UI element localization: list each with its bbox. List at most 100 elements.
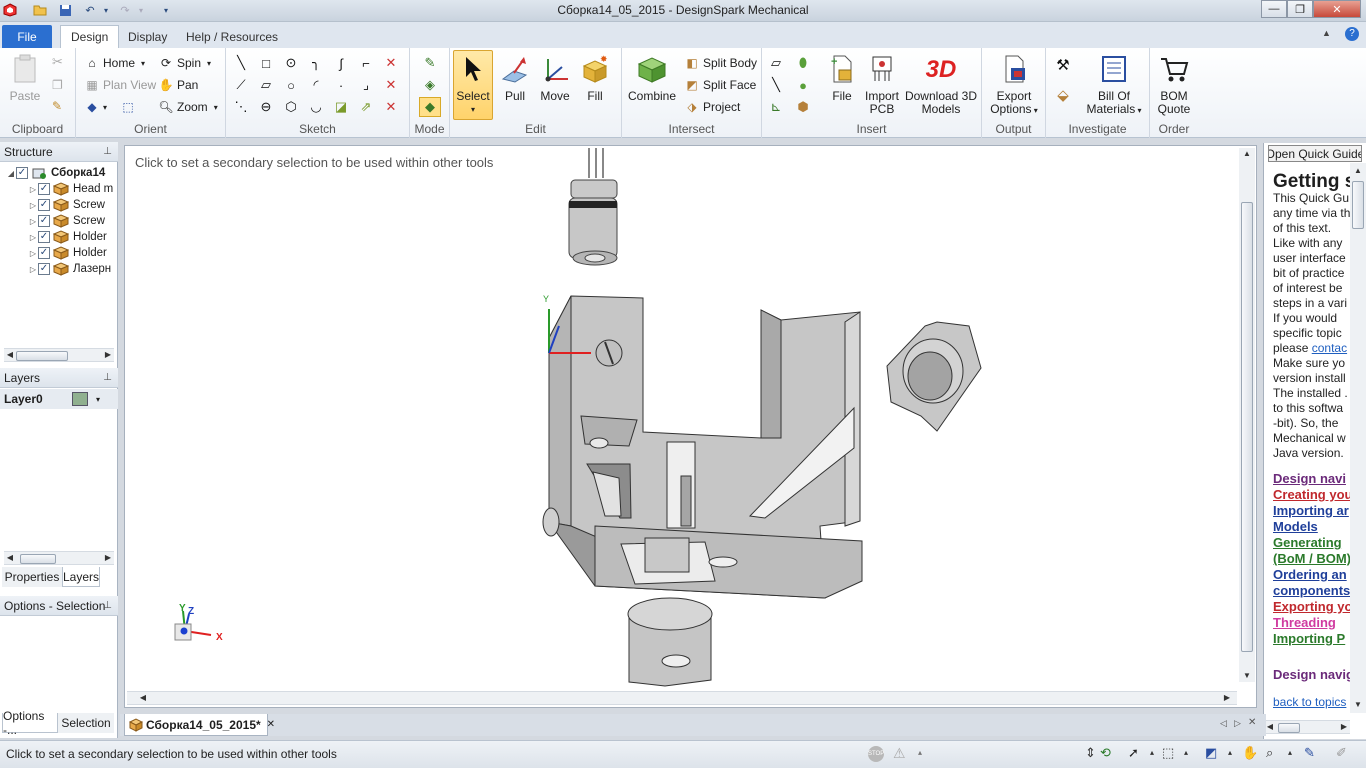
bill-of-materials-button[interactable]: Bill Of Materials ▾ xyxy=(1086,52,1142,117)
import-pcb-button[interactable]: Import PCB xyxy=(864,52,900,116)
topic-link[interactable]: Models xyxy=(1273,519,1318,535)
topic-link[interactable]: Generating xyxy=(1273,535,1342,551)
tab-scroll-left-icon[interactable]: ◁ xyxy=(1220,718,1227,729)
topic-link[interactable]: components xyxy=(1273,583,1350,599)
edit-pen-icon[interactable]: ✐ xyxy=(1336,745,1347,761)
structure-horizontal-scrollbar[interactable]: ◀ ▶ xyxy=(4,348,114,362)
split-body-button[interactable]: ◧ Split Body xyxy=(684,55,757,71)
layer-color-dropdown-icon[interactable]: ▾ xyxy=(96,395,100,404)
sketch-pen-icon[interactable]: ✎ xyxy=(1304,745,1315,761)
move-button[interactable]: Move xyxy=(539,52,571,103)
scroll-right-icon[interactable]: ▶ xyxy=(1221,692,1233,704)
3d-mode-icon[interactable]: ◆ xyxy=(419,97,441,117)
split-face-button[interactable]: ◩ Split Face xyxy=(684,77,756,93)
visibility-checkbox[interactable]: ✓ xyxy=(38,231,50,243)
scroll-left-icon[interactable]: ◀ xyxy=(4,552,16,564)
laser-module[interactable] xyxy=(568,148,618,266)
plane-icon[interactable]: ▱ xyxy=(767,54,785,72)
minimize-ribbon-icon[interactable]: ▲ xyxy=(1322,28,1331,38)
home-button[interactable]: ⌂ Home ▾ xyxy=(84,55,145,71)
measure-icon[interactable]: ⚒ xyxy=(1054,56,1072,74)
arc-tool-icon[interactable]: ╮ xyxy=(307,54,325,72)
cursor-dropdown-icon[interactable]: ▴ xyxy=(1150,748,1154,757)
tangent-arc-icon[interactable]: ◜ xyxy=(307,76,325,94)
stop-icon[interactable]: STOP xyxy=(868,746,884,762)
bom-quote-button[interactable]: BOM Quote xyxy=(1154,52,1194,116)
layer-row[interactable]: Layer0 ▾ xyxy=(0,389,118,409)
line-tool-icon[interactable]: ╲ xyxy=(232,54,250,72)
paste-button[interactable]: Paste xyxy=(8,52,42,103)
plan-view-button[interactable]: ▦ Plan View xyxy=(84,77,156,93)
topic-link[interactable]: (BoM / BOM) xyxy=(1273,551,1351,567)
topic-link[interactable]: Importing ar xyxy=(1273,503,1349,519)
scroll-down-icon[interactable]: ▼ xyxy=(1241,670,1253,682)
select-button[interactable]: Select ▾ xyxy=(455,52,491,116)
tab-help-resources[interactable]: Help / Resources xyxy=(176,25,288,48)
holder-ring-bottom[interactable] xyxy=(627,597,713,687)
viewport-horizontal-scrollbar[interactable]: ◀ ▶ xyxy=(127,691,1237,705)
tangent-line-icon[interactable]: ⟋ xyxy=(232,76,250,94)
copy-icon[interactable]: ❐ xyxy=(52,78,63,92)
extend-tool-icon[interactable]: ✕ xyxy=(382,98,400,116)
expand-icon[interactable]: ▷ xyxy=(28,201,38,210)
fill-button[interactable]: ✸ Fill xyxy=(579,52,611,103)
bend-tool-icon[interactable]: ◪ xyxy=(332,98,350,116)
design-viewport[interactable]: Click to set a secondary selection to be… xyxy=(124,145,1257,708)
select-mode-icon[interactable]: ⟲ xyxy=(1100,745,1111,761)
download-3d-models-button[interactable]: 3D Download 3D Models xyxy=(904,52,978,116)
box-select-icon[interactable]: ⬚ xyxy=(1162,745,1174,761)
rectangle-tool-icon[interactable]: □ xyxy=(257,54,275,72)
holder-ring-right[interactable] xyxy=(886,321,982,432)
construction-line-icon[interactable]: ⋱ xyxy=(232,98,250,116)
cylinder-icon[interactable]: ⬮ xyxy=(794,54,812,72)
help-icon[interactable]: ? xyxy=(1345,27,1359,41)
pin-icon[interactable]: ⊥ xyxy=(103,372,112,383)
insert-file-button[interactable]: + File xyxy=(826,52,858,103)
cursor-icon[interactable]: ➚ xyxy=(1128,745,1139,761)
tab-layers[interactable]: Layers xyxy=(62,567,100,587)
topic-link[interactable]: Ordering an xyxy=(1273,567,1347,583)
spin-button[interactable]: ⟳ Spin ▾ xyxy=(158,55,211,71)
pin-icon[interactable]: ⊥ xyxy=(103,146,112,157)
tab-properties[interactable]: Properties xyxy=(2,567,62,587)
close-tab-icon[interactable]: ✕ xyxy=(267,719,275,730)
origin-icon[interactable]: ⊾ xyxy=(767,98,785,116)
topic-link[interactable]: Threading xyxy=(1273,615,1336,631)
zoom-dropdown-icon[interactable]: ▴ xyxy=(1288,748,1292,757)
back-to-topics-link[interactable]: back to topics xyxy=(1273,695,1346,709)
tab-options[interactable]: Options -... xyxy=(2,709,58,737)
scrollbar-thumb[interactable] xyxy=(1352,181,1364,229)
tab-file[interactable]: File xyxy=(2,25,52,48)
scroll-left-icon[interactable]: ◀ xyxy=(4,349,16,361)
tree-root[interactable]: ◢ ✓ Сборка14 xyxy=(6,165,124,181)
visibility-checkbox[interactable]: ✓ xyxy=(38,263,50,275)
point-tool-icon[interactable]: · xyxy=(332,76,350,94)
scale-tool-icon[interactable]: ⇗ xyxy=(357,98,375,116)
topic-link[interactable]: Importing P xyxy=(1273,631,1345,647)
close-all-tabs-icon[interactable]: ✕ xyxy=(1248,717,1256,728)
visibility-checkbox[interactable]: ✓ xyxy=(38,215,50,227)
cut-icon[interactable]: ✂ xyxy=(52,54,63,70)
tab-display[interactable]: Display xyxy=(118,25,177,48)
scroll-right-icon[interactable]: ▶ xyxy=(1338,721,1350,733)
display-style-dropdown-icon[interactable]: ▴ xyxy=(1228,748,1232,757)
corner-tool-icon[interactable]: ⌟ xyxy=(357,76,375,94)
scrollbar-thumb[interactable] xyxy=(16,351,68,361)
pin-icon[interactable]: ⊥ xyxy=(103,600,112,611)
visibility-checkbox[interactable]: ✓ xyxy=(38,183,50,195)
layer-color-swatch[interactable] xyxy=(72,392,88,406)
scrollbar-thumb[interactable] xyxy=(20,554,56,564)
zoom-button[interactable]: 🔍︎ Zoom ▾ xyxy=(158,99,217,115)
box-select-dropdown-icon[interactable]: ▴ xyxy=(1184,748,1188,757)
snap-view-button[interactable]: ⬚ xyxy=(120,99,139,115)
spline-tool-icon[interactable]: ∫ xyxy=(332,54,350,72)
layers-horizontal-scrollbar[interactable]: ◀ ▶ xyxy=(4,551,114,565)
scroll-up-icon[interactable]: ▲ xyxy=(1352,165,1364,177)
tab-scroll-right-icon[interactable]: ▷ xyxy=(1234,718,1241,729)
scroll-right-icon[interactable]: ▶ xyxy=(102,349,114,361)
display-style-icon[interactable]: ◩ xyxy=(1205,745,1217,761)
visibility-checkbox[interactable]: ✓ xyxy=(38,199,50,211)
scroll-right-icon[interactable]: ▶ xyxy=(102,552,114,564)
maximize-button[interactable]: ❐ xyxy=(1287,0,1313,18)
open-quick-guide-button[interactable]: Open Quick Guide xyxy=(1268,145,1362,162)
